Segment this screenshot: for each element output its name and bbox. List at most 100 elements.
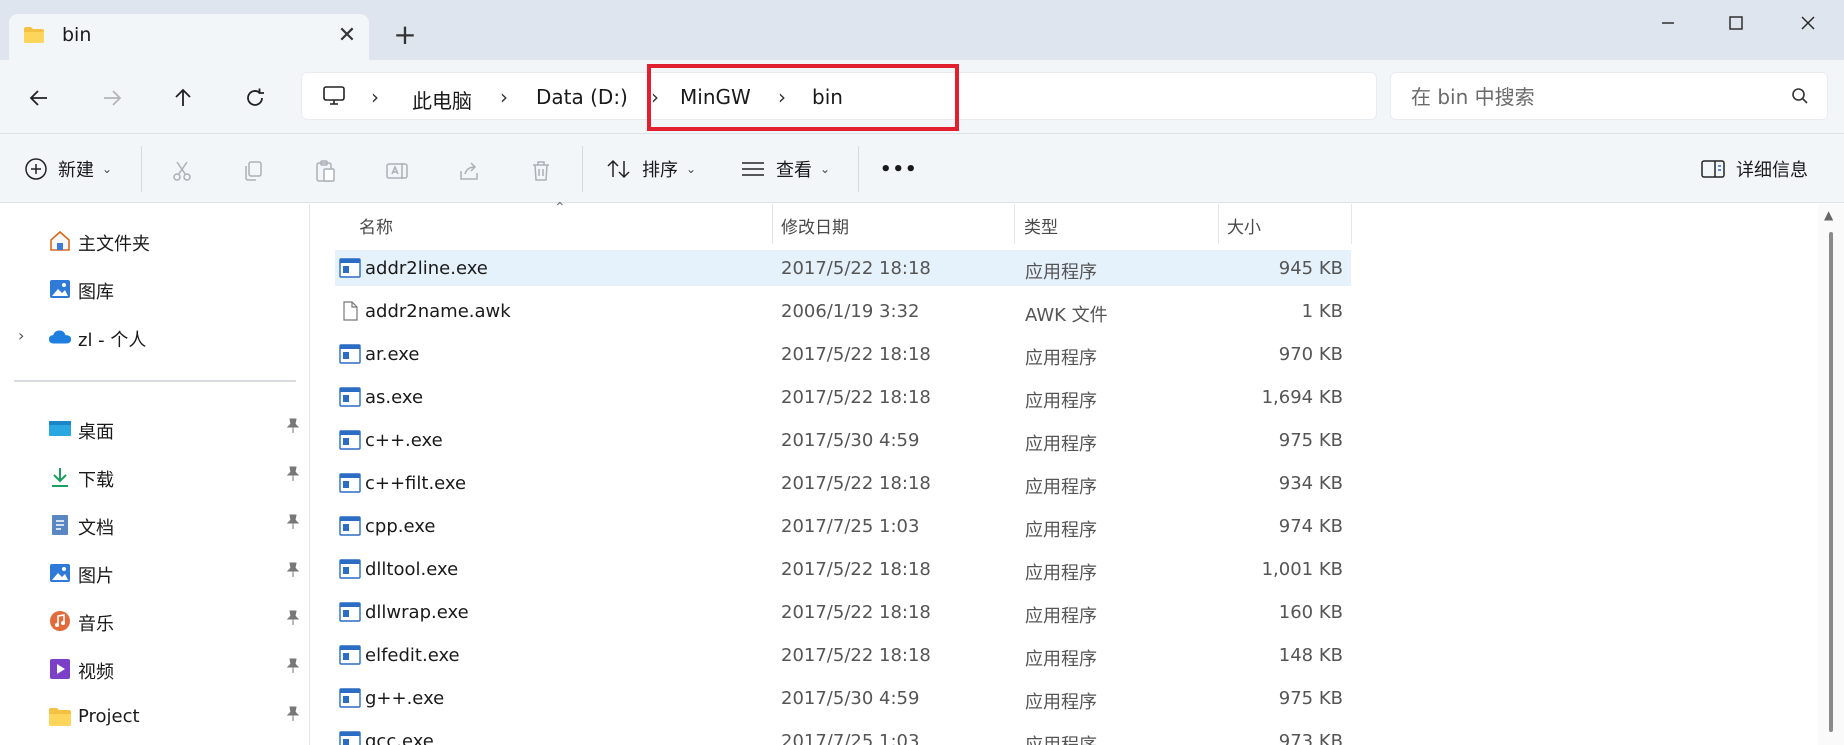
refresh-button[interactable] [235, 78, 275, 118]
command-bar: 新建 ⌄ 排序 ⌄ 查看 ⌄ ••• 详细信息 [0, 133, 1844, 203]
search-icon [1792, 88, 1808, 104]
new-button[interactable]: 新建 ⌄ [24, 152, 112, 186]
sidebar-item-documents[interactable]: 文档 [0, 502, 310, 546]
sidebar-item-home[interactable]: 主文件夹 [0, 218, 310, 262]
arrow-up-icon [175, 88, 191, 106]
rename-button[interactable] [384, 158, 410, 184]
column-header-type[interactable]: 类型 [1024, 213, 1058, 238]
sidebar-item-gallery[interactable]: 图库 [0, 266, 310, 310]
pin-icon[interactable] [286, 658, 300, 678]
file-row[interactable]: elfedit.exe 2017/5/22 18:18 应用程序 148 KB [335, 637, 1351, 673]
file-name: addr2line.exe [365, 258, 488, 279]
pin-icon[interactable] [286, 610, 300, 630]
sidebar-item-onedrive[interactable]: › zl - 个人 [0, 314, 310, 358]
document-icon [48, 513, 72, 537]
paste-button[interactable] [312, 158, 338, 184]
minimize-button[interactable] [1648, 8, 1688, 38]
sidebar-divider [14, 380, 296, 382]
back-button[interactable] [19, 78, 59, 118]
toolbar-divider [582, 146, 583, 192]
file-icon [339, 301, 361, 321]
sidebar-item-label: Project [78, 706, 140, 727]
column-header-size[interactable]: 大小 [1227, 213, 1261, 238]
scrollbar-thumb[interactable] [1829, 232, 1833, 732]
view-label: 查看 [776, 160, 812, 181]
sidebar-item-videos[interactable]: 视频 [0, 646, 310, 690]
computer-icon [323, 86, 345, 105]
application-icon [339, 602, 361, 622]
application-icon [339, 731, 361, 745]
breadcrumb-mingw[interactable]: MinGW [680, 85, 751, 109]
column-divider[interactable] [1351, 204, 1352, 244]
file-name: ar.exe [365, 344, 420, 365]
chevron-right-icon[interactable]: › [18, 326, 24, 345]
vertical-scrollbar[interactable]: ▲ [1818, 204, 1844, 745]
pin-icon[interactable] [286, 562, 300, 582]
copy-button[interactable] [240, 158, 266, 184]
file-row[interactable]: ar.exe 2017/5/22 18:18 应用程序 970 KB [335, 336, 1351, 372]
application-icon [339, 344, 361, 364]
file-row[interactable]: g++.exe 2017/5/30 4:59 应用程序 975 KB [335, 680, 1351, 716]
cut-button[interactable] [169, 158, 195, 184]
column-divider[interactable] [1218, 204, 1219, 244]
application-icon [339, 387, 361, 407]
column-header-date[interactable]: 修改日期 [781, 213, 849, 238]
sidebar-item-downloads[interactable]: 下载 [0, 454, 310, 498]
file-row[interactable]: addr2line.exe 2017/5/22 18:18 应用程序 945 KB [335, 250, 1351, 286]
delete-button[interactable] [528, 158, 554, 184]
column-divider[interactable] [1014, 204, 1015, 244]
pin-icon[interactable] [286, 466, 300, 486]
file-modified-date: 2017/5/30 4:59 [781, 430, 920, 451]
column-divider[interactable] [772, 204, 773, 244]
onedrive-cloud-icon [48, 325, 72, 349]
file-row[interactable]: c++.exe 2017/5/30 4:59 应用程序 975 KB [335, 422, 1351, 458]
tab-bin[interactable]: bin ✕ [9, 14, 369, 60]
file-modified-date: 2017/5/22 18:18 [781, 559, 931, 580]
file-row[interactable]: dllwrap.exe 2017/5/22 18:18 应用程序 160 KB [335, 594, 1351, 630]
file-row[interactable]: addr2name.awk 2006/1/19 3:32 AWK 文件 1 KB [335, 293, 1351, 329]
file-row[interactable]: gcc.exe 2017/7/25 1:03 应用程序 973 KB [335, 723, 1351, 745]
tab-close-button[interactable]: ✕ [334, 23, 360, 49]
new-tab-button[interactable]: + [390, 20, 420, 50]
pin-icon[interactable] [286, 514, 300, 534]
file-row[interactable]: dlltool.exe 2017/5/22 18:18 应用程序 1,001 KB [335, 551, 1351, 587]
address-bar[interactable]: › 此电脑 › Data (D:) › MinGW › bin [301, 72, 1377, 120]
sidebar-item-label: 图片 [78, 566, 114, 587]
file-row[interactable]: as.exe 2017/5/22 18:18 应用程序 1,694 KB [335, 379, 1351, 415]
sidebar-item-pictures[interactable]: 图片 [0, 550, 310, 594]
file-size: 975 KB [1278, 430, 1343, 451]
breadcrumb-this-pc[interactable]: 此电脑 [412, 85, 472, 114]
scroll-up-icon[interactable]: ▲ [1824, 208, 1833, 222]
breadcrumb-bin[interactable]: bin [812, 85, 843, 109]
sort-button[interactable]: 排序 ⌄ [606, 152, 696, 186]
pin-icon[interactable] [286, 418, 300, 438]
refresh-icon [247, 88, 264, 106]
breadcrumb-data-d[interactable]: Data (D:) [536, 85, 628, 109]
file-size: 1,001 KB [1261, 559, 1343, 580]
sidebar-item-project[interactable]: Project [0, 694, 310, 738]
more-options-button[interactable]: ••• [880, 152, 918, 186]
column-header-name[interactable]: 名称 [359, 213, 393, 238]
forward-button[interactable] [92, 78, 132, 118]
maximize-icon [1729, 16, 1743, 30]
maximize-button[interactable] [1716, 8, 1756, 38]
view-button[interactable]: 查看 ⌄ [740, 152, 830, 186]
sort-ascending-icon: ⌃ [554, 200, 566, 216]
application-icon [339, 559, 361, 579]
up-button[interactable] [163, 78, 203, 118]
sidebar-item-music[interactable]: 音乐 [0, 598, 310, 642]
close-window-button[interactable] [1788, 8, 1828, 38]
details-pane-button[interactable]: 详细信息 [1700, 152, 1808, 186]
search-box[interactable] [1390, 72, 1828, 120]
file-row[interactable]: c++filt.exe 2017/5/22 18:18 应用程序 934 KB [335, 465, 1351, 501]
search-input[interactable] [1411, 83, 1771, 111]
file-row[interactable]: cpp.exe 2017/7/25 1:03 应用程序 974 KB [335, 508, 1351, 544]
sidebar-item-desktop[interactable]: 桌面 [0, 406, 310, 450]
file-type: AWK 文件 [1025, 305, 1108, 326]
file-modified-date: 2006/1/19 3:32 [781, 301, 920, 322]
file-modified-date: 2017/5/22 18:18 [781, 387, 931, 408]
file-modified-date: 2017/7/25 1:03 [781, 516, 920, 537]
file-type: 应用程序 [1025, 262, 1097, 283]
share-button[interactable] [456, 158, 482, 184]
pin-icon[interactable] [286, 706, 300, 726]
